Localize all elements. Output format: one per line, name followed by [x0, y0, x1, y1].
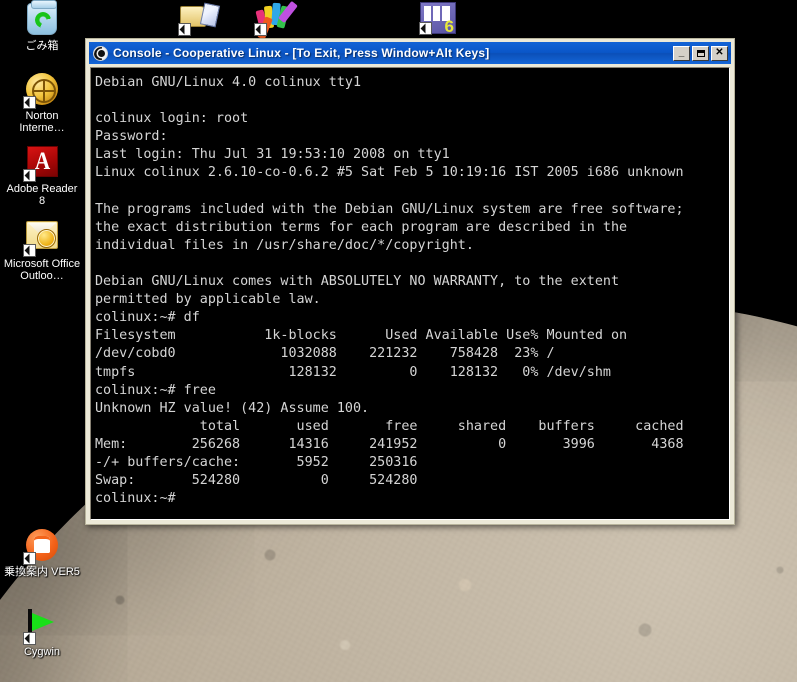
outlook-icon: [23, 221, 59, 257]
terminal-line: Debian GNU/Linux comes with ABSOLUTELY N…: [95, 274, 620, 290]
colinux-icon: [93, 45, 108, 61]
dvd-icon: [419, 2, 456, 35]
desktop-icon-cygwin[interactable]: Cygwin: [2, 605, 82, 658]
terminal-line: total used free shared buffers cached: [95, 418, 684, 434]
desktop-icon-recycle-bin[interactable]: ごみ箱: [2, 0, 82, 52]
terminal-line: Mem: 256268 14316 241952 0 3996 4368: [95, 436, 684, 452]
close-button[interactable]: ✕: [711, 45, 728, 61]
terminal-line: colinux:~# df: [95, 310, 200, 326]
terminal-line: Filesystem 1k-blocks Used Available Use%…: [95, 328, 628, 344]
desktop-icon-label: ごみ箱: [25, 40, 59, 52]
shortcut-arrow-icon: [23, 169, 36, 182]
desktop-icon-adobe-reader[interactable]: Adobe Reader 8: [2, 145, 82, 207]
adobe-reader-icon: [23, 146, 59, 182]
terminal-line: the exact distribution terms for each pr…: [95, 219, 628, 235]
terminal-output[interactable]: Debian GNU/Linux 4.0 colinux tty1 colinu…: [91, 68, 729, 519]
train-icon: [23, 529, 59, 565]
terminal-frame: Debian GNU/Linux 4.0 colinux tty1 colinu…: [90, 67, 730, 520]
desktop-icon-norton[interactable]: Norton Interne…: [2, 72, 82, 134]
recycle-bin-icon: [25, 0, 59, 37]
terminal-line: colinux:~#: [95, 491, 176, 507]
terminal-line: Last login: Thu Jul 31 19:53:10 2008 on …: [95, 147, 450, 163]
desktop-icon-outlook[interactable]: Microsoft Office Outloo…: [2, 218, 82, 282]
terminal-line: Swap: 524280 0 524280: [95, 473, 418, 489]
shortcut-arrow-icon: [23, 552, 36, 565]
shortcut-arrow-icon: [419, 22, 432, 35]
shortcut-arrow-icon: [23, 244, 36, 257]
desktop-icon-norikae[interactable]: 乗換案内 VER5: [2, 528, 82, 578]
desktop-icon-label: Adobe Reader 8: [6, 183, 78, 207]
terminal-line: colinux:~# free: [95, 382, 216, 398]
desktop-icon-label: Cygwin: [23, 646, 61, 658]
desktop-icon-label: 乗換案内 VER5: [4, 566, 80, 578]
crayons-icon: [254, 0, 300, 40]
desktop-icon-crayons[interactable]: [254, 0, 300, 40]
terminal-line: -/+ buffers/cache: 5952 250316: [95, 454, 418, 470]
terminal-line: individual files in /usr/share/doc/*/cop…: [95, 237, 474, 253]
console-window[interactable]: Console - Cooperative Linux - [To Exit, …: [85, 38, 735, 525]
desktop-icon-dvd-burner[interactable]: [419, 2, 464, 36]
terminal-line: tmpfs 128132 0 128132 0% /dev/shm: [95, 364, 611, 380]
minimize-button[interactable]: _: [673, 45, 690, 61]
terminal-line: Password:: [95, 129, 168, 145]
shortcut-arrow-icon: [178, 23, 191, 36]
folder-wand-icon: [178, 2, 220, 36]
terminal-line: Unknown HZ value! (42) Assume 100.: [95, 400, 370, 416]
desktop-icon-folder-wand[interactable]: [178, 2, 224, 36]
maximize-button[interactable]: [692, 45, 709, 61]
desktop-icon-label: Microsoft Office Outloo…: [3, 258, 81, 282]
terminal-line: colinux login: root: [95, 111, 249, 127]
cygwin-icon: [23, 609, 59, 645]
terminal-line: /dev/cobd0 1032088 221232 758428 23% /: [95, 346, 555, 362]
desktop-icon-label: Norton Interne…: [19, 110, 65, 134]
terminal-line: The programs included with the Debian GN…: [95, 201, 684, 217]
window-controls: _ ✕: [673, 45, 729, 61]
globe-icon: [23, 73, 59, 109]
window-titlebar[interactable]: Console - Cooperative Linux - [To Exit, …: [89, 42, 731, 64]
terminal-line: Linux colinux 2.6.10-co-0.6.2 #5 Sat Feb…: [95, 165, 684, 181]
terminal-line: permitted by applicable law.: [95, 292, 321, 308]
shortcut-arrow-icon: [23, 96, 36, 109]
shortcut-arrow-icon: [254, 23, 267, 36]
window-title: Console - Cooperative Linux - [To Exit, …: [113, 46, 490, 60]
terminal-line: Debian GNU/Linux 4.0 colinux tty1: [95, 75, 362, 90]
shortcut-arrow-icon: [23, 632, 36, 645]
